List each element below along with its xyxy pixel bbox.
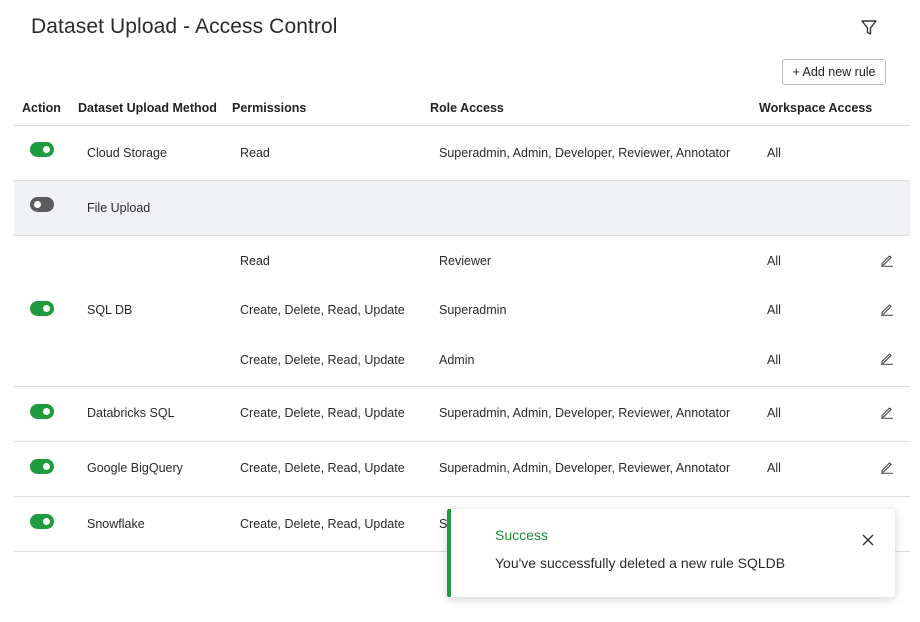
edit-icon[interactable]: [880, 253, 894, 267]
toggle-knob: [43, 146, 50, 153]
header-action: Action: [22, 101, 61, 115]
table-row: Google BigQuery Create, Delete, Read, Up…: [14, 442, 910, 497]
toggle-knob: [43, 518, 50, 525]
method-name: File Upload: [87, 201, 151, 215]
enable-toggle[interactable]: [30, 459, 54, 474]
header-method: Dataset Upload Method: [78, 101, 217, 115]
workspace-access-cell: All: [767, 146, 781, 160]
method-name: Google BigQuery: [87, 461, 183, 475]
page-title: Dataset Upload - Access Control: [31, 15, 338, 38]
role-access-cell: Superadmin, Admin, Developer, Reviewer, …: [439, 406, 731, 420]
workspace-access-cell: All: [767, 303, 781, 317]
table-row: File Upload: [14, 181, 910, 236]
permissions-cell: Create, Delete, Read, Update: [240, 353, 405, 367]
permissions-cell: Create, Delete, Read, Update: [240, 303, 405, 317]
enable-toggle[interactable]: [30, 301, 54, 316]
role-access-cell: Admin: [439, 353, 475, 367]
method-name: Databricks SQL: [87, 406, 175, 420]
enable-toggle[interactable]: [30, 514, 54, 529]
header-role-access: Role Access: [430, 101, 504, 115]
workspace-access-cell: All: [767, 406, 781, 420]
role-access-cell: Superadmin, Admin, Developer, Reviewer, …: [439, 146, 731, 160]
workspace-access-cell: All: [767, 353, 781, 367]
toast-message: You've successfully deleted a new rule S…: [495, 555, 786, 571]
enable-toggle[interactable]: [30, 142, 54, 157]
table-row: Databricks SQL Create, Delete, Read, Upd…: [14, 387, 910, 442]
success-toast: Success You've successfully deleted a ne…: [447, 509, 895, 597]
table-row: Cloud Storage Read Superadmin, Admin, De…: [14, 126, 910, 181]
table-header: Action Dataset Upload Method Permissions…: [14, 95, 910, 126]
method-name: SQL DB: [87, 303, 133, 317]
permissions-cell: Read: [240, 254, 270, 268]
toggle-knob: [43, 463, 50, 470]
role-access-cell: Superadmin, Admin, Developer, Reviewer, …: [439, 461, 731, 475]
enable-toggle[interactable]: [30, 197, 54, 212]
method-name: Snowflake: [87, 517, 145, 531]
table-row: SQL DB Read Reviewer All Create, Delete,…: [14, 236, 910, 387]
toggle-knob: [34, 201, 41, 208]
toggle-knob: [43, 305, 50, 312]
toggle-knob: [43, 408, 50, 415]
add-new-rule-button[interactable]: + Add new rule: [782, 59, 886, 85]
permissions-cell: Create, Delete, Read, Update: [240, 406, 405, 420]
header-permissions: Permissions: [232, 101, 307, 115]
permissions-cell: Create, Delete, Read, Update: [240, 517, 405, 531]
edit-icon[interactable]: [880, 302, 894, 316]
permissions-cell: Create, Delete, Read, Update: [240, 461, 405, 475]
permissions-cell: Read: [240, 146, 270, 160]
role-access-cell: Reviewer: [439, 254, 492, 268]
filter-icon[interactable]: [859, 18, 879, 38]
toast-title: Success: [495, 527, 548, 543]
edit-icon[interactable]: [880, 351, 894, 365]
workspace-access-cell: All: [767, 461, 781, 475]
workspace-access-cell: All: [767, 254, 781, 268]
role-access-cell: Superadmin: [439, 303, 507, 317]
method-name: Cloud Storage: [87, 146, 167, 160]
enable-toggle[interactable]: [30, 404, 54, 419]
close-icon[interactable]: [861, 533, 875, 547]
edit-icon[interactable]: [880, 405, 894, 419]
edit-icon[interactable]: [880, 460, 894, 474]
header-workspace-access: Workspace Access: [759, 101, 873, 115]
